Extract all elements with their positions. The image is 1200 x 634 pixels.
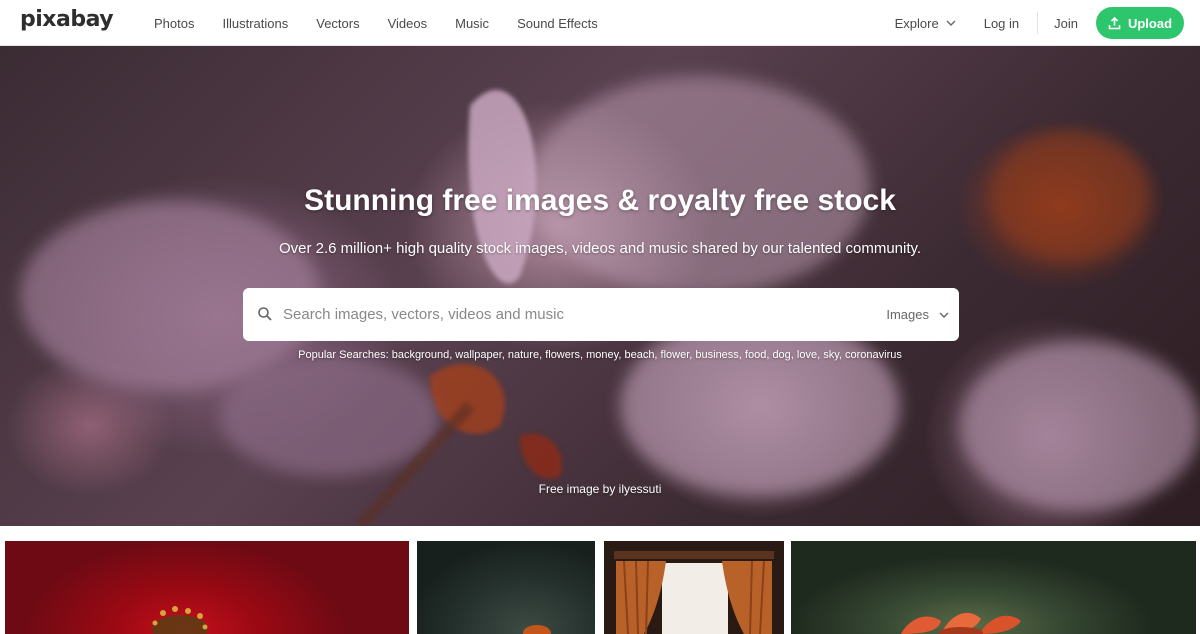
image-tile[interactable] [604,541,784,634]
explore-label: Explore [894,15,939,31]
window-curtains-photo [604,541,784,634]
join-link[interactable]: Join [1054,16,1078,31]
search-input[interactable] [283,288,843,341]
nav-music[interactable]: Music [455,16,489,31]
search-icon[interactable] [257,306,273,322]
orange-flower-photo [901,612,1021,634]
hero-background-image [20,76,1200,526]
red-flower-photo [152,606,208,634]
explore-dropdown[interactable]: Explore [895,16,956,31]
nav-vectors[interactable]: Vectors [316,16,359,31]
image-tile[interactable] [417,541,595,634]
chevron-down-icon [946,20,956,26]
search-bar: Images [243,288,959,341]
top-navigation-bar: pixabay Photos Illustrations Vectors Vid… [0,0,1200,46]
account-nav: Explore Log in Join Upload [895,0,1184,46]
popular-searches-terms[interactable]: background, wallpaper, nature, flowers, … [392,349,902,361]
hero-banner: Stunning free images & royalty free stoc… [0,46,1200,526]
upload-label: Upload [1127,15,1173,31]
popular-searches-label: Popular Searches: [298,349,389,361]
nav-sound-effects[interactable]: Sound Effects [517,16,598,31]
nav-videos[interactable]: Videos [388,16,428,31]
chevron-down-icon [939,312,949,318]
hero-subtitle: Over 2.6 million+ high quality stock ima… [278,240,922,257]
login-link[interactable]: Log in [984,16,1019,31]
pixabay-logo[interactable]: pixabay [20,7,114,32]
nav-photos[interactable]: Photos [154,16,194,31]
popular-searches: Popular Searches: background, wallpaper,… [0,349,1200,361]
upload-button[interactable]: Upload [1096,7,1184,39]
hero-title: Stunning free images & royalty free stoc… [304,184,896,217]
media-type-dropdown[interactable]: Images [886,288,949,341]
nav-illustrations[interactable]: Illustrations [222,16,288,31]
image-tile[interactable] [5,541,409,634]
image-credit[interactable]: Free image by ilyessuti [0,482,1200,496]
dark-plant-photo [523,625,551,634]
main-nav: Photos Illustrations Vectors Videos Musi… [140,0,612,46]
image-tile[interactable] [791,541,1196,634]
upload-icon [1108,16,1121,29]
image-grid [0,541,1200,634]
media-type-label: Images [886,307,929,322]
nav-divider [1037,12,1039,34]
